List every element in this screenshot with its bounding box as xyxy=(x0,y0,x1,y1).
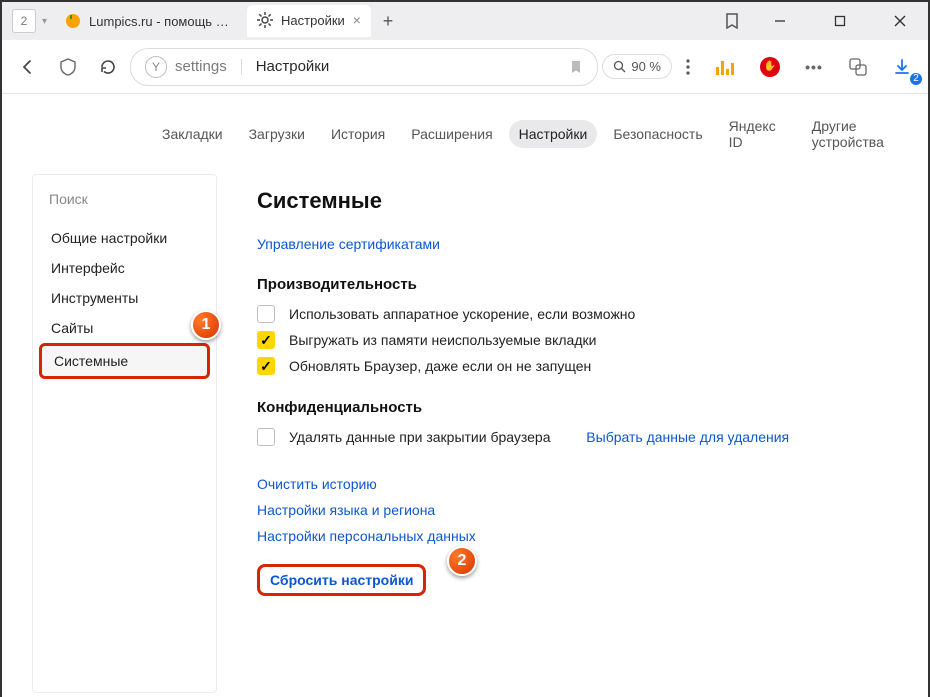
option-clear-on-exit[interactable]: Удалять данные при закрытии браузера Выб… xyxy=(257,428,898,446)
titlebar: 2 ▾ Lumpics.ru - помощь с ко Настройки ×… xyxy=(2,2,928,40)
link-choose-data[interactable]: Выбрать данные для удаления xyxy=(586,429,789,445)
zoom-indicator[interactable]: 90 % xyxy=(602,54,672,79)
address-page-title: Настройки xyxy=(256,58,562,75)
subnav-settings[interactable]: Настройки xyxy=(509,120,598,148)
address-host: settings xyxy=(175,58,227,75)
window-close-button[interactable] xyxy=(880,5,920,37)
sidebar-item-system[interactable]: Системные xyxy=(39,343,210,379)
address-bar[interactable]: Y settings Настройки xyxy=(130,48,598,86)
equalizer-extension-icon[interactable] xyxy=(708,49,744,85)
settings-main: Поиск Общие настройки Интерфейс Инструме… xyxy=(2,174,928,697)
tab-counter-chevron-icon[interactable]: ▾ xyxy=(42,16,47,27)
new-tab-button[interactable]: + xyxy=(373,6,403,36)
subnav-security[interactable]: Безопасность xyxy=(603,120,712,148)
subnav-yandex-id[interactable]: Яндекс ID xyxy=(719,112,796,156)
option-hw-acceleration[interactable]: Использовать аппаратное ускорение, если … xyxy=(257,305,898,323)
lumpics-favicon xyxy=(65,13,89,29)
magnifier-icon xyxy=(613,60,626,73)
bookmark-icon[interactable] xyxy=(569,60,583,74)
tab-lumpics[interactable]: Lumpics.ru - помощь с ко xyxy=(55,5,245,37)
checkbox-checked-icon[interactable] xyxy=(257,331,275,349)
sidebar-item-interface[interactable]: Интерфейс xyxy=(33,253,216,283)
tab-counter[interactable]: 2 xyxy=(12,9,36,33)
kebab-menu-icon[interactable] xyxy=(676,49,700,85)
annotation-callout-2: 2 xyxy=(447,546,477,576)
link-language-region[interactable]: Настройки языка и региона xyxy=(257,502,898,518)
more-extensions-icon[interactable]: ••• xyxy=(796,49,832,85)
subnav-extensions[interactable]: Расширения xyxy=(401,120,502,148)
subnav-history[interactable]: История xyxy=(321,120,395,148)
reload-button[interactable] xyxy=(90,49,126,85)
settings-subnav: Закладки Загрузки История Расширения Нас… xyxy=(2,94,928,174)
checkbox-checked-icon[interactable] xyxy=(257,357,275,375)
option-background-update[interactable]: Обновлять Браузер, даже если он не запущ… xyxy=(257,357,898,375)
back-button[interactable] xyxy=(10,49,46,85)
downloads-button[interactable]: 2 xyxy=(884,49,920,85)
link-manage-certificates[interactable]: Управление сертификатами xyxy=(257,236,440,252)
adblock-extension-icon[interactable]: ✋ xyxy=(752,49,788,85)
heading-privacy: Конфиденциальность xyxy=(257,399,898,416)
checkbox-icon[interactable] xyxy=(257,305,275,323)
sidebar-item-general[interactable]: Общие настройки xyxy=(33,223,216,253)
tab-title: Lumpics.ru - помощь с ко xyxy=(89,14,235,29)
option-label: Удалять данные при закрытии браузера xyxy=(289,429,551,445)
heading-performance: Производительность xyxy=(257,276,898,293)
settings-content: Системные Управление сертификатами Произ… xyxy=(247,174,908,693)
gear-icon xyxy=(257,12,281,28)
downloads-badge: 2 xyxy=(909,72,923,86)
close-icon[interactable]: × xyxy=(353,12,361,28)
checkbox-icon[interactable] xyxy=(257,428,275,446)
link-reset-settings[interactable]: Сбросить настройки xyxy=(257,564,426,596)
window-minimize-button[interactable] xyxy=(760,5,800,37)
tab-settings[interactable]: Настройки × xyxy=(247,5,371,37)
yandex-y-icon: Y xyxy=(145,56,167,78)
option-label: Использовать аппаратное ускорение, если … xyxy=(289,306,635,322)
option-label: Обновлять Браузер, даже если он не запущ… xyxy=(289,358,591,374)
link-clear-history[interactable]: Очистить историю xyxy=(257,476,898,492)
bookmark-outline-icon[interactable] xyxy=(716,5,748,37)
window-maximize-button[interactable] xyxy=(820,5,860,37)
tab-title: Настройки xyxy=(281,13,345,28)
settings-sidebar: Поиск Общие настройки Интерфейс Инструме… xyxy=(32,174,217,693)
toolbar: Y settings Настройки 90 % ✋ ••• xyxy=(2,40,928,94)
option-label: Выгружать из памяти неиспользуемые вклад… xyxy=(289,332,596,348)
zoom-value: 90 % xyxy=(631,59,661,74)
page-title: Системные xyxy=(257,188,898,214)
option-unload-tabs[interactable]: Выгружать из памяти неиспользуемые вклад… xyxy=(257,331,898,349)
sidebar-item-tools[interactable]: Инструменты xyxy=(33,283,216,313)
sidebar-search-input[interactable]: Поиск xyxy=(43,187,206,211)
subnav-bookmarks[interactable]: Закладки xyxy=(152,120,233,148)
link-personal-data[interactable]: Настройки персональных данных xyxy=(257,528,898,544)
sidebar-item-sites[interactable]: Сайты xyxy=(33,313,216,343)
subnav-downloads[interactable]: Загрузки xyxy=(239,120,315,148)
subnav-devices[interactable]: Другие устройства xyxy=(802,112,928,156)
shield-icon[interactable] xyxy=(50,49,86,85)
translate-icon[interactable] xyxy=(840,49,876,85)
